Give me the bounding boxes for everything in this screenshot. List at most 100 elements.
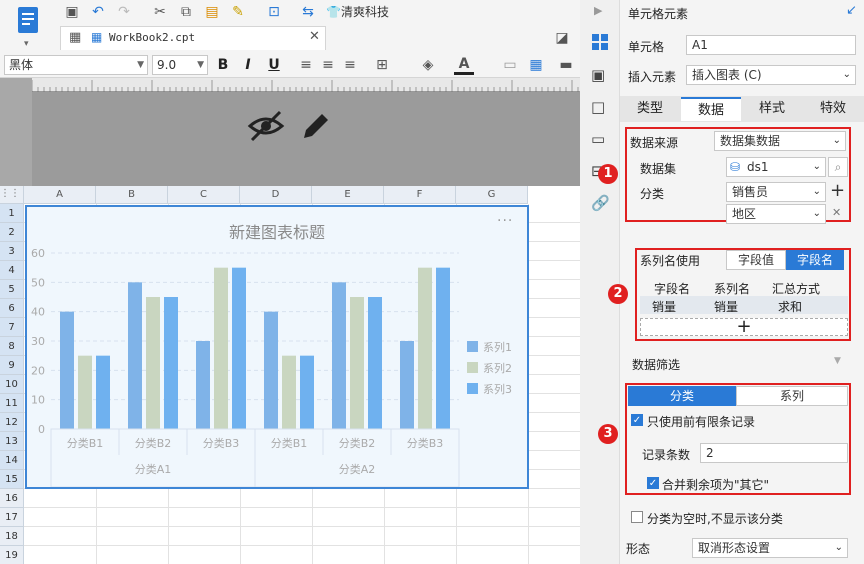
align-center-icon[interactable]: ≡ <box>318 55 338 75</box>
border-frame-icon[interactable]: □ <box>591 98 605 116</box>
row-header-17[interactable]: 17 <box>0 508 24 527</box>
insert-element-select[interactable]: 插入图表 (C) ⌄ <box>686 65 856 85</box>
underline-button[interactable]: U <box>264 55 284 75</box>
add-category-icon[interactable]: + <box>830 180 845 201</box>
category-select-2[interactable]: 地区 ⌄ <box>726 204 826 224</box>
format-brush-icon[interactable]: ✎ <box>228 2 248 22</box>
filter-collapse-icon[interactable]: ▼ <box>834 356 841 366</box>
filter-tab-category[interactable]: 分类 <box>628 386 736 406</box>
row-header-4[interactable]: 4 <box>0 261 24 280</box>
cut-icon[interactable]: ✂ <box>150 2 170 22</box>
row-header-16[interactable]: 16 <box>0 489 24 508</box>
row-header-10[interactable]: 10 <box>0 375 24 394</box>
align-left-icon[interactable]: ≡ <box>296 55 316 75</box>
database-icon: ⛁ <box>730 160 741 174</box>
grid-icon: ▦ <box>69 30 82 45</box>
merge-cell-icon[interactable]: ▭ <box>500 55 520 75</box>
paste-icon[interactable]: ▤ <box>202 2 222 22</box>
row-header-7[interactable]: 7 <box>0 318 24 337</box>
add-row-button[interactable]: + <box>640 318 848 336</box>
switch-icon[interactable]: ⇆ <box>298 2 318 22</box>
datasource-select[interactable]: 数据集数据 ⌄ <box>714 131 846 151</box>
more-format-icon[interactable]: ▬ <box>556 55 576 75</box>
bold-button[interactable]: B <box>213 55 233 75</box>
border-icon[interactable]: ⊞ <box>372 55 392 75</box>
column-header-B[interactable]: B <box>96 186 168 204</box>
row-header-14[interactable]: 14 <box>0 451 24 470</box>
insert-label: 插入元素 <box>628 70 677 84</box>
row-header-3[interactable]: 3 <box>0 242 24 261</box>
merge-rest-checkbox[interactable]: ✓ <box>647 477 659 489</box>
cell-element-icon[interactable] <box>591 33 609 51</box>
tab-style[interactable]: 样式 <box>742 97 802 121</box>
record-count-label: 记录条数 <box>642 448 691 462</box>
search-icon[interactable]: ⌕ <box>828 157 848 177</box>
expand-arrow-icon[interactable]: ▶ <box>594 4 602 17</box>
column-header-G[interactable]: G <box>456 186 528 204</box>
preview-icon[interactable]: ⊡ <box>264 2 284 22</box>
file-tab[interactable]: ▦ ▦ WorkBook2.cpt ✕ <box>60 26 326 50</box>
widget-icon[interactable]: ▭ <box>591 130 605 148</box>
cell-attribute-icon[interactable]: ▣ <box>591 66 605 84</box>
align-right-icon[interactable]: ≡ <box>340 55 360 75</box>
seriesname-option-field-name[interactable]: 字段名 <box>786 250 844 270</box>
close-tab-icon[interactable]: ✕ <box>309 29 320 44</box>
select-all-corner[interactable]: ⋮⋮⋮ <box>0 186 30 204</box>
shirt-icon: 👕 <box>326 5 341 19</box>
x-tick-label: 分类B2 <box>135 436 172 450</box>
row-header-15[interactable]: 15 <box>0 470 24 489</box>
redo-icon[interactable]: ↷ <box>114 2 134 22</box>
font-size-select[interactable]: 9.0 ▼ <box>152 55 208 75</box>
chart-element[interactable]: 新建图表标题 ··· 0 10 20 30 40 50 60 分类B1 分类B2 分类B3 分类B1… <box>25 205 529 489</box>
collapse-icon[interactable]: ◪ <box>552 28 572 48</box>
fill-color-icon[interactable]: ◈ <box>418 55 438 75</box>
category-select[interactable]: 销售员 ⌄ <box>726 182 826 202</box>
link-icon[interactable]: 🔗 <box>591 194 610 212</box>
row-header-19[interactable]: 19 <box>0 546 24 564</box>
tab-type[interactable]: 类型 <box>620 97 680 121</box>
seriesname-option-field-value[interactable]: 字段值 <box>726 250 786 270</box>
hide-eye-icon[interactable] <box>246 108 286 144</box>
row-header-8[interactable]: 8 <box>0 337 24 356</box>
undo-icon[interactable]: ↶ <box>88 2 108 22</box>
filter-tab-series[interactable]: 系列 <box>736 386 848 406</box>
column-header-F[interactable]: F <box>384 186 456 204</box>
tab-data[interactable]: 数据 <box>681 97 741 121</box>
table-icon[interactable]: ▦ <box>526 55 546 75</box>
row-header-6[interactable]: 6 <box>0 299 24 318</box>
row-header-12[interactable]: 12 <box>0 413 24 432</box>
dataset-select[interactable]: ⛁ ds1 ⌄ <box>726 157 826 177</box>
row-header-9[interactable]: 9 <box>0 356 24 375</box>
remove-category-icon[interactable]: ✕ <box>832 206 841 219</box>
use-top-checkbox[interactable]: ✓ <box>631 414 643 426</box>
badge-3: 3 <box>598 424 618 444</box>
row-header-18[interactable]: 18 <box>0 527 24 546</box>
seriesname-label: 系列名使用 <box>640 254 701 268</box>
font-family-select[interactable]: 黑体 ▼ <box>4 55 148 75</box>
x-tick-label: 分类B1 <box>271 436 308 450</box>
tab-effect[interactable]: 特效 <box>803 97 863 121</box>
column-header-A[interactable]: A <box>24 186 96 204</box>
hide-empty-category-checkbox[interactable] <box>631 511 643 523</box>
save-icon[interactable]: ▣ <box>62 2 82 22</box>
row-header-2[interactable]: 2 <box>0 223 24 242</box>
company-button[interactable]: 👕清爽科技 <box>326 3 389 20</box>
column-header-E[interactable]: E <box>312 186 384 204</box>
new-report-button[interactable]: ▾ <box>8 4 48 49</box>
column-header-C[interactable]: C <box>168 186 240 204</box>
pin-icon[interactable]: ↙ <box>846 3 857 18</box>
edit-pencil-icon[interactable] <box>298 108 334 144</box>
shape-select[interactable]: 取消形态设置 ⌄ <box>692 538 848 558</box>
cell-input[interactable]: A1 <box>686 35 856 55</box>
row-header-5[interactable]: 5 <box>0 280 24 299</box>
row-header-11[interactable]: 11 <box>0 394 24 413</box>
italic-button[interactable]: I <box>238 55 258 75</box>
copy-icon[interactable]: ⧉ <box>176 2 196 22</box>
dataset-label: 数据集 <box>640 162 677 176</box>
row-header-13[interactable]: 13 <box>0 432 24 451</box>
record-count-input[interactable]: 2 <box>700 443 848 463</box>
row-header-1[interactable]: 1 <box>0 204 24 223</box>
x-group-label: 分类A1 <box>135 462 172 476</box>
column-header-D[interactable]: D <box>240 186 312 204</box>
font-color-icon[interactable]: A <box>454 55 474 75</box>
